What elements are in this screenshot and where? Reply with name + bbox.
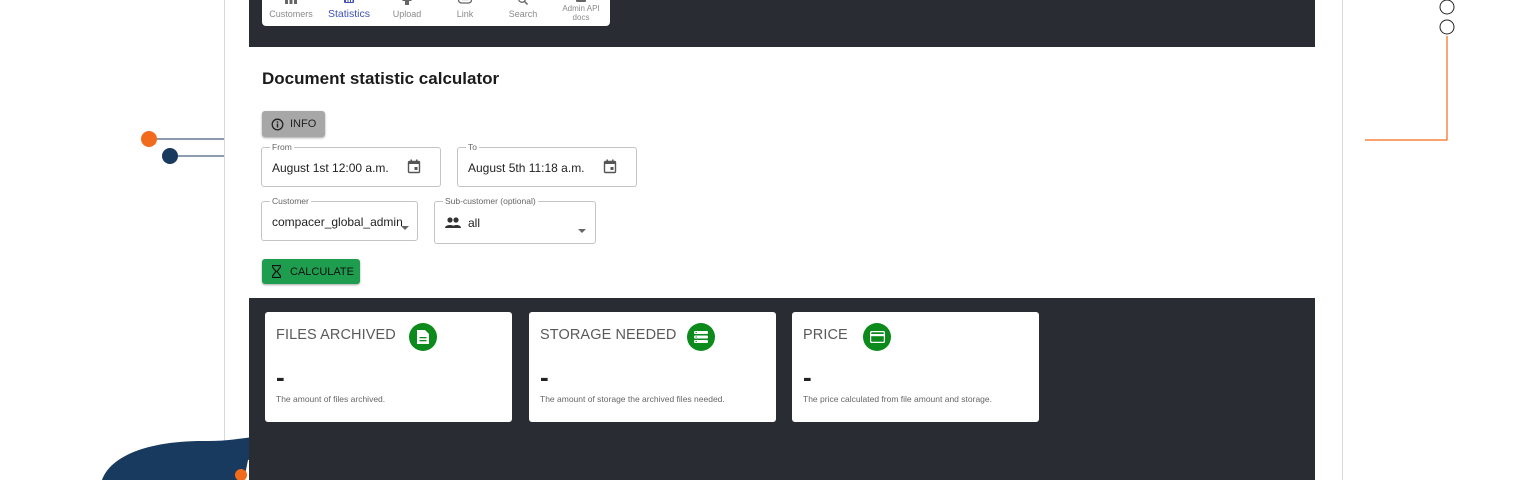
customer-value: compacer_global_admin [272, 215, 403, 229]
card-value: - [276, 362, 285, 392]
hourglass-icon [272, 265, 281, 278]
nav-label: Link [456, 9, 474, 19]
nav-label: Statistics [327, 8, 370, 20]
subcustomer-value: all [468, 216, 481, 230]
main-navigation: Customers Statistics Upload Link Search … [262, 0, 610, 26]
nav-label: Admin API docs [562, 4, 600, 22]
card-title: PRICE [803, 327, 848, 343]
frame-line-left [224, 0, 225, 480]
card-value: - [540, 362, 549, 392]
frame-line-right [1342, 0, 1343, 480]
orange-dot [141, 131, 157, 147]
info-button[interactable]: INFO [262, 111, 325, 137]
subcustomer-select[interactable]: Sub-customer (optional) all [434, 196, 596, 244]
ring-bottom [1439, 19, 1455, 35]
people-icon [445, 216, 461, 234]
nav-item-customers[interactable]: Customers [263, 0, 319, 26]
document-icon [409, 323, 437, 351]
customer-label: Customer [270, 196, 311, 207]
nav-item-search[interactable]: Search [495, 0, 551, 26]
link-icon [437, 0, 493, 6]
to-date-field[interactable]: To August 5th 11:18 a.m. [457, 142, 637, 187]
calculate-button-label: CALCULATE [290, 265, 354, 278]
dropdown-caret-icon [578, 221, 586, 239]
result-card-price: PRICE - The price calculated from file a… [792, 312, 1039, 422]
from-date-field[interactable]: From August 1st 12:00 a.m. [261, 142, 441, 187]
nav-item-statistics[interactable]: Statistics [321, 0, 377, 26]
dropdown-caret-icon [401, 218, 409, 236]
navy-dot [162, 148, 178, 164]
info-button-label: INFO [290, 118, 317, 130]
nav-item-link[interactable]: Link [437, 0, 493, 26]
nav-label: Search [508, 9, 538, 19]
ring-top [1439, 0, 1455, 15]
to-value: August 5th 11:18 a.m. [468, 161, 585, 175]
upload-arrow-icon [379, 0, 435, 6]
card-description: The amount of storage the archived files… [540, 394, 725, 404]
decor-connectors-left [141, 131, 224, 164]
card-description: The amount of files archived. [276, 394, 386, 404]
to-label: To [466, 142, 479, 153]
info-circle-icon [271, 118, 284, 131]
card-title: STORAGE NEEDED [540, 327, 677, 343]
storage-list-icon [687, 323, 715, 351]
statistics-icon [321, 0, 377, 6]
from-value: August 1st 12:00 a.m. [272, 161, 389, 175]
search-icon [495, 0, 551, 6]
card-value: - [803, 362, 812, 392]
card-title: FILES ARCHIVED [276, 327, 396, 343]
result-card-storage-needed: STORAGE NEEDED - The amount of storage t… [529, 312, 776, 422]
card-description: The price calculated from file amount an… [803, 394, 992, 404]
credit-card-icon [863, 323, 891, 351]
calendar-icon[interactable] [603, 159, 617, 179]
nav-label: Customers [269, 9, 313, 19]
page-title: Document statistic calculator [262, 69, 500, 88]
nav-item-admin-api-docs[interactable]: Admin API docs [553, 0, 609, 26]
customer-select[interactable]: Customer compacer_global_admin [261, 196, 418, 241]
calendar-icon[interactable] [407, 159, 421, 179]
nav-item-upload[interactable]: Upload [379, 0, 435, 26]
nav-label: Upload [392, 9, 422, 19]
result-card-files-archived: FILES ARCHIVED - The amount of files arc… [265, 312, 512, 422]
decor-connectors-right [1365, 0, 1455, 141]
from-label: From [270, 142, 294, 153]
calculate-button[interactable]: CALCULATE [262, 259, 360, 284]
subcustomer-label: Sub-customer (optional) [443, 196, 538, 207]
bar-chart-icon [263, 0, 319, 6]
